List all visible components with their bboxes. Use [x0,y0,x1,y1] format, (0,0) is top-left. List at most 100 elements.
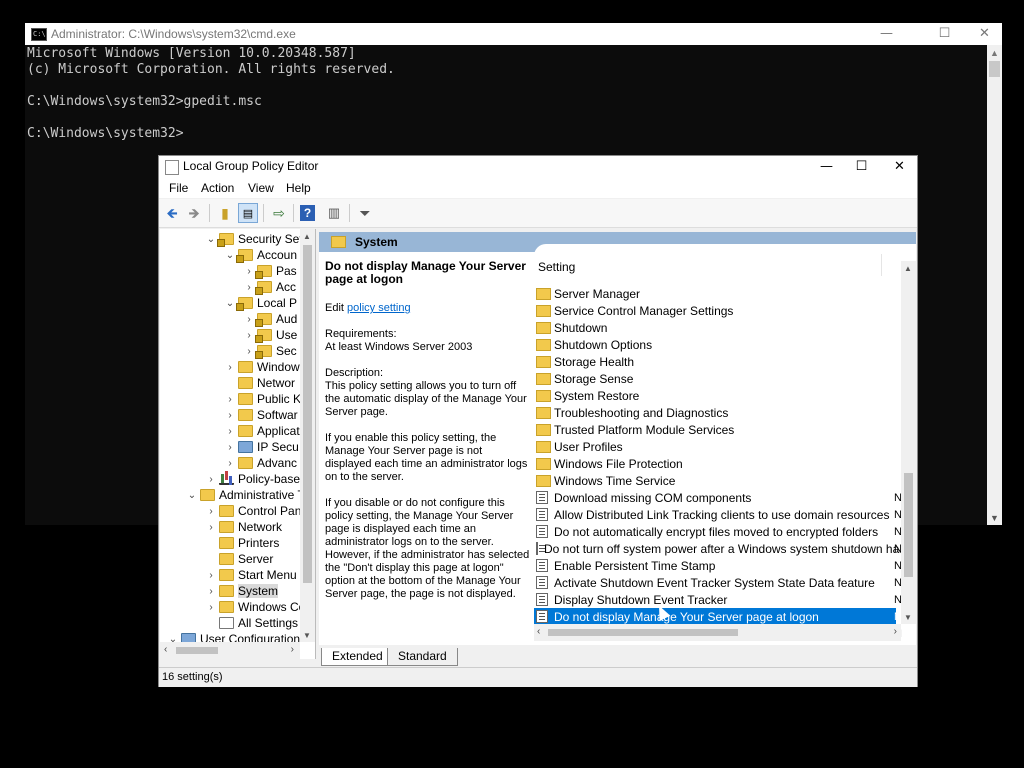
show-hide-tree-icon[interactable]: ▤ [238,203,258,223]
policy-row[interactable]: Do not turn off system power after a Win… [534,540,909,557]
help-icon[interactable]: ? [300,205,315,221]
policy-row[interactable]: Enable Persistent Time Stamp N [534,557,902,574]
cmd-title-bar[interactable]: C:\ Administrator: C:\Windows\system32\c… [25,23,1002,45]
menu-view[interactable]: View [248,181,274,195]
tree-node[interactable]: › Use [243,327,297,343]
properties-icon[interactable]: ▥ [324,203,344,223]
policy-row[interactable]: Activate Shutdown Event Tracker System S… [534,574,902,591]
category-row[interactable]: User Profiles [534,438,896,455]
expand-icon[interactable]: › [243,282,255,293]
expand-icon[interactable]: › [224,426,236,437]
tree-node[interactable]: › Network [205,519,282,535]
scroll-thumb[interactable] [904,473,913,577]
tree-node[interactable]: › Sec [243,343,297,359]
tree-node[interactable]: › Windows Co [205,599,305,615]
gpedit-close-button[interactable]: ✕ [877,156,922,178]
column-separator[interactable] [881,254,882,276]
scroll-right-icon[interactable]: › [291,644,294,655]
navigation-tree[interactable]: ⌄ Security Set ⌄ Accoun › Pas › Acc ⌄ Local P › Aud… [160,229,316,659]
policy-row[interactable]: Download missing COM components N [534,489,902,506]
expand-icon[interactable]: › [243,266,255,277]
tree-vertical-scrollbar[interactable]: ▲ ▼ [300,229,315,642]
menu-action[interactable]: Action [201,181,234,195]
expand-icon[interactable]: › [243,330,255,341]
expand-icon[interactable]: › [243,314,255,325]
category-row[interactable]: Shutdown Options [534,336,896,353]
up-folder-icon[interactable]: ▮ [215,203,235,223]
category-row[interactable]: Shutdown [534,319,896,336]
tree-node[interactable]: › Applicat [224,423,299,439]
category-row[interactable]: Service Control Manager Settings [534,302,896,319]
tree-node[interactable]: › System [205,583,279,599]
tree-node[interactable]: ⌄ Accoun [224,247,297,263]
category-row[interactable]: Windows File Protection [534,455,896,472]
category-row[interactable]: System Restore [534,387,896,404]
scroll-up-icon[interactable]: ▲ [904,264,912,273]
tree-node[interactable]: › Start Menu [205,567,296,583]
scroll-up-icon[interactable]: ▲ [990,48,999,58]
column-header-setting[interactable]: Setting [538,260,575,274]
cmd-minimize-button[interactable]: — [864,23,909,45]
expand-icon[interactable]: › [205,522,217,533]
collapse-icon[interactable]: ⌄ [205,234,217,245]
collapse-icon[interactable]: ⌄ [186,490,198,501]
tree-node[interactable]: › Advanc [224,455,297,471]
tree-node[interactable]: › Public K [224,391,301,407]
policy-row[interactable]: Allow Distributed Link Tracking clients … [534,506,902,523]
cmd-console-output[interactable]: Microsoft Windows [Version 10.0.20348.58… [27,46,395,142]
tree-node[interactable]: ⌄ Local P [224,295,297,311]
expand-icon[interactable]: › [205,506,217,517]
forward-icon[interactable]: 🡺 [184,203,204,223]
menu-file[interactable]: File [169,181,188,195]
tree-node[interactable]: › Softwar [224,407,297,423]
tree-node[interactable]: › Pas [243,263,297,279]
scroll-thumb[interactable] [176,647,218,654]
cmd-close-button[interactable]: ✕ [962,23,1007,45]
expand-icon[interactable]: › [224,410,236,421]
filter-icon[interactable]: ⏷ [355,203,375,223]
tree-node[interactable]: All Settings [205,615,298,631]
scroll-down-icon[interactable]: ▼ [904,613,912,622]
collapse-icon[interactable]: ⌄ [224,298,236,309]
tree-node[interactable]: › Aud [243,311,297,327]
scroll-left-icon[interactable]: ‹ [537,626,540,637]
cmd-maximize-button[interactable]: ☐ [922,23,967,45]
scroll-thumb[interactable] [548,629,738,636]
settings-list[interactable]: Setting Server Manager Service Control Ma… [534,244,916,642]
expand-icon[interactable]: › [224,442,236,453]
list-horizontal-scrollbar[interactable]: ‹ › [534,624,901,641]
list-vertical-scrollbar[interactable]: ▲ ▼ [901,261,916,624]
tree-node[interactable]: Printers [205,535,279,551]
tree-node[interactable]: › Policy-base [205,471,300,487]
tree-horizontal-scrollbar[interactable]: ‹ › [160,642,300,659]
category-row[interactable]: Troubleshooting and Diagnostics [534,404,896,421]
expand-icon[interactable]: › [243,346,255,357]
category-row[interactable]: Storage Health [534,353,896,370]
expand-icon[interactable]: › [205,586,217,597]
expand-icon[interactable]: › [205,602,217,613]
scroll-thumb[interactable] [303,245,312,583]
expand-icon[interactable]: › [205,570,217,581]
cmd-vertical-scrollbar[interactable]: ▲ ▼ [987,45,1002,525]
category-row[interactable]: Windows Time Service [534,472,896,489]
scroll-thumb[interactable] [989,61,1000,77]
policy-row[interactable]: Display Shutdown Event Tracker N [534,591,902,608]
tree-node[interactable]: › Window [224,359,299,375]
expand-icon[interactable]: › [224,458,236,469]
tree-node[interactable]: ⌄ Security Set [205,231,303,247]
category-row[interactable]: Trusted Platform Module Services [534,421,896,438]
scroll-up-icon[interactable]: ▲ [303,232,311,241]
category-row[interactable]: Storage Sense [534,370,896,387]
policy-row[interactable]: Do not display Manage Your Server page a… [534,608,902,625]
tree-node[interactable]: Server [205,551,273,567]
expand-icon[interactable]: › [224,362,236,373]
gpedit-title-bar[interactable]: Local Group Policy Editor — ☐ ✕ [159,156,917,178]
tree-node[interactable]: › IP Secu [224,439,298,455]
scroll-down-icon[interactable]: ▼ [303,631,311,640]
tree-node[interactable]: › Acc [243,279,296,295]
tree-node[interactable]: Networ [224,375,295,391]
export-list-icon[interactable]: ⇨ [269,203,289,223]
expand-icon[interactable]: › [224,394,236,405]
back-icon[interactable]: 🡸 [162,203,182,223]
collapse-icon[interactable]: ⌄ [224,250,236,261]
